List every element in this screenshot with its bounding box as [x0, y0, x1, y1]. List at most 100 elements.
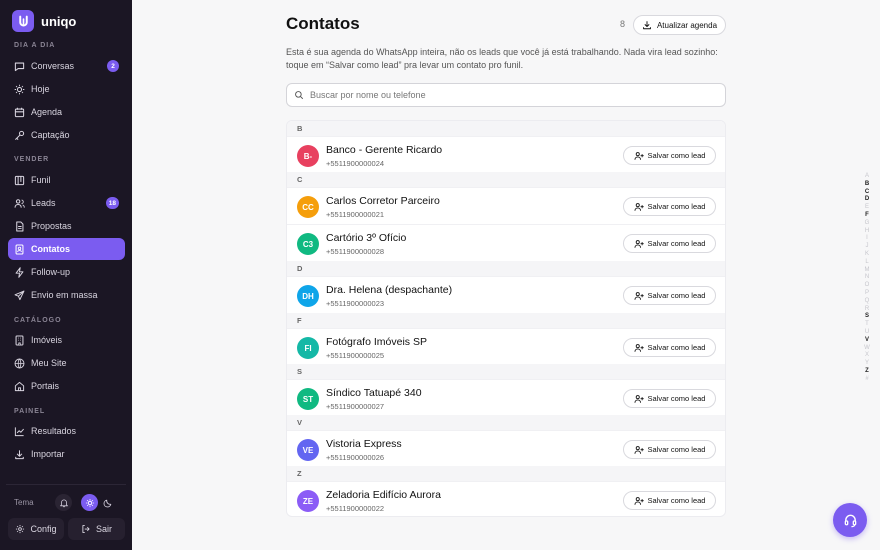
contact-phone: +5511900000027	[326, 402, 385, 411]
alphabet-letter[interactable]: E	[861, 204, 873, 212]
alphabet-letter[interactable]: S	[861, 313, 873, 321]
send-icon	[14, 290, 25, 300]
alphabet-letter[interactable]: B	[861, 181, 873, 189]
contact-row[interactable]: CC Carlos Corretor Parceiro +55119000000…	[287, 187, 725, 224]
contact-phone: +5511900000023	[326, 299, 385, 308]
kanban-icon	[14, 175, 25, 185]
avatar: VE	[297, 439, 319, 461]
alphabet-letter[interactable]: G	[861, 220, 873, 228]
contacts-icon	[15, 244, 24, 254]
alphabet-letter[interactable]: R	[861, 306, 873, 314]
save-as-lead-button[interactable]: Salvar como lead	[623, 440, 716, 459]
sidebar-item-leads[interactable]: Leads 18	[8, 192, 125, 214]
chat-icon	[14, 62, 25, 71]
alphabet-letter[interactable]: Y	[861, 360, 873, 368]
chart-icon	[14, 426, 24, 436]
alphabet-letter[interactable]: #	[861, 376, 873, 384]
alphabet-letter[interactable]: V	[861, 337, 873, 345]
search-icon	[295, 91, 304, 100]
alphabet-letter[interactable]: X	[861, 352, 873, 360]
support-button[interactable]	[833, 503, 867, 537]
bolt-icon	[15, 266, 24, 278]
contact-row[interactable]: DH Dra. Helena (despachante) +5511900000…	[287, 276, 725, 313]
alphabet-letter[interactable]: D	[861, 196, 873, 204]
alphabet-letter[interactable]: Z	[861, 368, 873, 376]
sidebar-item-label: Resultados	[31, 426, 77, 436]
alphabet-letter[interactable]: W	[861, 345, 873, 353]
alphabet-letter[interactable]: H	[861, 228, 873, 236]
contact-row[interactable]: B- Banco - Gerente Ricardo +551190000002…	[287, 136, 725, 173]
sidebar-item-resultados[interactable]: Resultados	[8, 420, 125, 442]
save-as-lead-button[interactable]: Salvar como lead	[623, 338, 716, 357]
alphabet-letter[interactable]: Q	[861, 298, 873, 306]
sidebar-item-label: Envio em massa	[31, 290, 98, 300]
alphabet-letter[interactable]: M	[861, 267, 873, 275]
save-as-lead-button[interactable]: Salvar como lead	[623, 491, 716, 510]
theme-light-button[interactable]	[81, 494, 98, 511]
sidebar-item-imoveis[interactable]: Imóveis	[8, 329, 125, 351]
document-icon	[16, 221, 24, 231]
contact-name: Vistoria Express	[326, 438, 402, 450]
sidebar-item-meu-site[interactable]: Meu Site	[8, 352, 125, 374]
config-button[interactable]: Config	[8, 518, 64, 540]
alphabet-letter[interactable]: K	[861, 251, 873, 259]
alphabet-letter[interactable]: A	[861, 173, 873, 181]
update-agenda-button[interactable]: Atualizar agenda	[633, 15, 726, 35]
alphabet-letter[interactable]: J	[861, 243, 873, 251]
contact-row[interactable]: ZE Zeladoria Edifício Aurora +5511900000…	[287, 481, 725, 516]
sidebar-item-captacao[interactable]: Captação	[8, 124, 125, 146]
contact-row[interactable]: FI Fotógrafo Imóveis SP +5511900000025 S…	[287, 328, 725, 365]
alphabet-letter[interactable]: L	[861, 259, 873, 267]
save-as-lead-label: Salvar como lead	[647, 151, 706, 160]
alphabet-letter[interactable]: U	[861, 329, 873, 337]
avatar: ST	[297, 388, 319, 410]
alphabet-letter[interactable]: C	[861, 189, 873, 197]
contact-row[interactable]: VE Vistoria Express +5511900000026 Salva…	[287, 430, 725, 467]
avatar: ZE	[297, 490, 319, 512]
search-input[interactable]	[310, 90, 710, 100]
sidebar-item-label: Hoje	[31, 84, 50, 94]
key-icon	[15, 130, 25, 140]
save-as-lead-button[interactable]: Salvar como lead	[623, 286, 716, 305]
sidebar-item-propostas[interactable]: Propostas	[8, 215, 125, 237]
sidebar-item-agenda[interactable]: Agenda	[8, 101, 125, 123]
alphabet-letter[interactable]: F	[861, 212, 873, 220]
contact-phone: +5511900000024	[326, 159, 385, 168]
sidebar-item-importar[interactable]: Importar	[8, 443, 125, 465]
sidebar-item-contatos[interactable]: Contatos	[8, 238, 125, 260]
contact-name: Zeladoria Edifício Aurora	[326, 489, 441, 501]
logo-icon	[12, 10, 34, 32]
contact-row[interactable]: C3 Cartório 3º Ofício +5511900000028 Sal…	[287, 224, 725, 261]
theme-dark-button[interactable]	[99, 494, 116, 511]
theme-label: Tema	[14, 498, 34, 507]
sidebar-item-funil[interactable]: Funil	[8, 169, 125, 191]
alphabet-letter[interactable]: O	[861, 282, 873, 290]
sidebar-item-label: Leads	[31, 198, 56, 208]
sidebar-item-label: Agenda	[31, 107, 63, 117]
user-plus-icon	[634, 496, 644, 505]
bell-icon	[59, 498, 68, 507]
search-box	[286, 83, 726, 107]
alphabet-letter[interactable]: N	[861, 274, 873, 282]
save-as-lead-label: Salvar como lead	[647, 445, 706, 454]
sidebar-item-label: Contatos	[31, 244, 70, 254]
brand[interactable]: uniqo	[12, 10, 76, 32]
leads-badge: 18	[105, 197, 119, 209]
sidebar-item-envio-em-massa[interactable]: Envio em massa	[8, 284, 125, 306]
sidebar-item-conversas[interactable]: Conversas 2	[8, 55, 125, 77]
save-as-lead-button[interactable]: Salvar como lead	[623, 389, 716, 408]
alphabet-index: A B C D E F G H I J K L M N O P Q R S T U V W X Y Z #	[861, 173, 873, 384]
sidebar-item-portais[interactable]: Portais	[8, 375, 125, 397]
save-as-lead-button[interactable]: Salvar como lead	[623, 197, 716, 216]
save-as-lead-button[interactable]: Salvar como lead	[623, 146, 716, 165]
sidebar-item-follow-up[interactable]: Follow-up	[8, 261, 125, 283]
logout-button[interactable]: Sair	[68, 518, 125, 540]
group-header: V	[287, 415, 725, 430]
alphabet-letter[interactable]: T	[861, 321, 873, 329]
theme-system-button[interactable]	[55, 494, 72, 511]
sidebar-item-hoje[interactable]: Hoje	[8, 78, 125, 100]
alphabet-letter[interactable]: P	[861, 290, 873, 298]
save-as-lead-button[interactable]: Salvar como lead	[623, 234, 716, 253]
contact-row[interactable]: ST Síndico Tatuapé 340 +5511900000027 Sa…	[287, 379, 725, 416]
alphabet-letter[interactable]: I	[861, 235, 873, 243]
